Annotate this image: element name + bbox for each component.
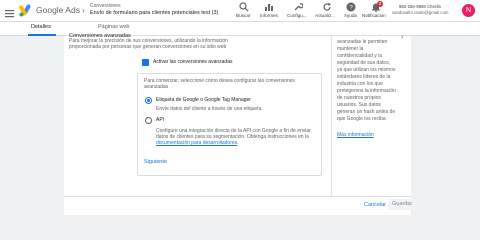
cancel-button[interactable]: Cancelar — [364, 202, 386, 208]
account-email: sandovalm.raiolo@gmail.com — [392, 10, 449, 15]
tab-detalles[interactable]: Detalles — [31, 24, 51, 30]
chevron-right-icon: › — [82, 6, 85, 15]
toolbar-reports[interactable]: Informes — [257, 0, 281, 22]
radio-google-tag[interactable] — [145, 97, 152, 104]
checkbox-label: Activar las conversiones avanzadas — [153, 59, 233, 65]
breadcrumb-parent[interactable]: Conversiones — [90, 3, 121, 9]
side-text-block: avanzadas le permiten mantener la confid… — [337, 39, 396, 123]
next-button[interactable]: Siguiente — [144, 159, 167, 166]
tab-paginas-web[interactable]: Páginas web — [98, 24, 130, 30]
side-text-line: estándares líderes de la — [337, 74, 391, 80]
reports-icon — [263, 2, 274, 13]
main-card: Conversiones avanzadas Para mejorar la p… — [64, 33, 331, 196]
enhanced-conversions-checkbox[interactable] — [142, 59, 149, 71]
page-title: Envío de formulario para clientes potenc… — [90, 10, 219, 16]
side-text-line: seguridad de sus datos, — [337, 60, 391, 66]
radio-selected-dot — [147, 99, 150, 102]
menu-icon[interactable] — [5, 5, 14, 18]
notification-badge: 2 — [377, 1, 383, 7]
option-label: API — [156, 117, 165, 123]
app-name: Google Ads — [36, 5, 80, 15]
option-label: Etiqueta de Google o Google Tag Manager — [156, 97, 251, 103]
side-text-line: usuarios. Sus datos — [337, 102, 381, 108]
side-text-line: industria con los que — [337, 81, 383, 87]
link-period: . — [237, 140, 239, 146]
developer-docs-link[interactable]: documentación para desarrolladores — [156, 140, 237, 146]
setup-method-box: Para comenzar, seleccione cómo desea con… — [137, 73, 322, 176]
side-text-line: ya que utilizan los mismos — [337, 67, 396, 73]
avatar[interactable]: N — [462, 4, 475, 17]
account-id: 982-256-9968 Checlis — [399, 4, 442, 9]
toolbar-help[interactable]: ? Ayuda — [341, 0, 361, 22]
toolbar-label: Ayuda — [344, 13, 357, 18]
search-icon — [238, 2, 249, 13]
google-ads-logo-icon[interactable] — [19, 4, 33, 17]
toolbar-label: Actualiz... — [315, 13, 335, 18]
side-text-line: mantener la — [337, 46, 364, 52]
toolbar-label: Notificacion — [362, 13, 386, 18]
help-icon: ? — [345, 2, 356, 13]
more-info-link[interactable]: Más información — [337, 132, 374, 139]
top-bar: Google Ads › Conversiones Envío de formu… — [0, 0, 480, 22]
refresh-icon — [321, 2, 332, 13]
developer-docs-line: documentación para desarrolladores. — [156, 140, 239, 147]
collapse-panel-icon[interactable]: › — [401, 34, 403, 41]
save-button[interactable]: Guardar — [388, 199, 417, 210]
toolbar-notifications[interactable]: 2 Notificacion — [362, 0, 390, 22]
tools-icon — [292, 2, 304, 13]
side-text-line: de nuestros propios — [337, 95, 381, 101]
svg-text:?: ? — [349, 5, 353, 12]
footer-actions: Cancelar Guardar — [64, 196, 417, 215]
radio-api[interactable] — [145, 117, 152, 124]
toolbar-label: Configu... — [287, 13, 307, 18]
intro-text: proporcionada por personas que generan c… — [69, 44, 227, 50]
toolbar-label: Buscar — [236, 13, 251, 18]
active-tab-indicator — [28, 34, 56, 36]
toolbar-search[interactable]: Buscar — [232, 0, 254, 22]
setup-question: avanzadas — [144, 84, 169, 90]
option-description: Envíe datos del cliente a través de una … — [156, 106, 263, 112]
toolbar-tools[interactable]: Configu... — [284, 0, 310, 22]
side-help-panel: avanzadas le permiten mantener la confid… — [331, 36, 411, 196]
side-text-line: avanzadas le permiten — [337, 39, 388, 45]
toolbar-label: Informes — [260, 13, 278, 18]
side-text-line: protegemos la información — [337, 88, 396, 94]
side-text-line: que Google los reciba — [337, 116, 386, 122]
side-text-line: confidencialidad y la — [337, 53, 383, 59]
side-text-line: generan un hash antes de — [337, 109, 396, 115]
toolbar-refresh[interactable]: Actualiz... — [313, 0, 339, 22]
